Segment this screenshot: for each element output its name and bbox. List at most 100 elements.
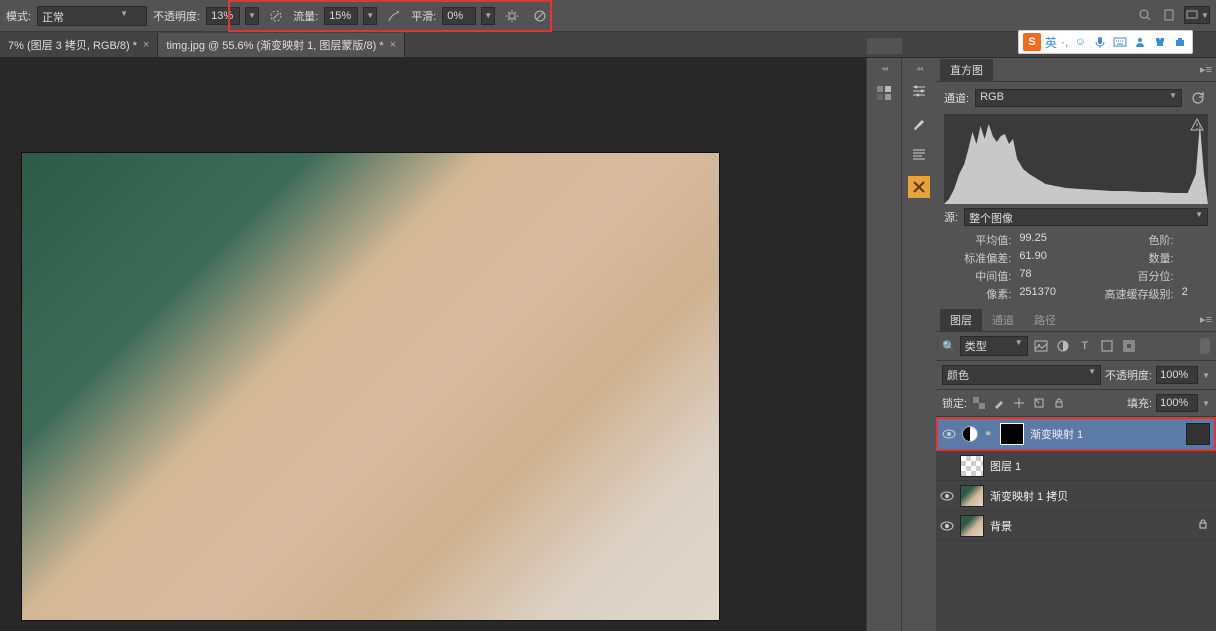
layer-opacity-input[interactable] (1156, 366, 1198, 384)
layer-row-background[interactable]: 背景 (936, 511, 1216, 541)
tab-paths[interactable]: 路径 (1024, 309, 1066, 331)
screen-mode-icon[interactable]: ▼ (1184, 6, 1210, 24)
smooth-dropdown[interactable]: ▼ (481, 7, 495, 25)
filter-kind-select[interactable]: 类型 ▼ (960, 336, 1028, 356)
layer-thumb[interactable] (960, 485, 984, 507)
doc-tab-1[interactable]: 7% (图层 3 拷贝, RGB/8) * × (0, 33, 158, 57)
canvas-image (21, 152, 720, 621)
pixels-label: 像素: (944, 286, 1011, 302)
histogram-display (944, 114, 1208, 204)
filter-adjust-icon[interactable] (1054, 337, 1072, 355)
lock-icon (1198, 519, 1208, 532)
share-doc-icon[interactable] (1160, 6, 1178, 24)
filter-shape-icon[interactable] (1098, 337, 1116, 355)
blend-mode-value: 颜色 (947, 370, 969, 382)
blend-mode-select[interactable]: 颜色 ▼ (942, 365, 1101, 385)
channel-value: RGB (980, 91, 1004, 103)
filter-image-icon[interactable] (1032, 337, 1050, 355)
visibility-eye-icon[interactable] (940, 489, 954, 503)
tab-channels[interactable]: 通道 (982, 309, 1024, 331)
ime-person-icon[interactable] (1132, 34, 1148, 50)
layer-name[interactable]: 图层 1 (990, 458, 1212, 474)
fill-label: 填充: (1127, 395, 1152, 411)
opacity-dropdown-icon[interactable]: ▼ (1202, 371, 1210, 380)
channel-select[interactable]: RGB ▼ (975, 89, 1182, 107)
paragraph-icon[interactable] (906, 142, 932, 168)
lock-all-icon[interactable] (1051, 395, 1067, 411)
ime-emoji-icon[interactable]: ☺ (1072, 34, 1088, 50)
ime-voice-icon[interactable] (1092, 34, 1108, 50)
filter-toggle-icon[interactable] (1200, 338, 1210, 354)
layers-panel-header: 图层 通道 路径 ▸≡ (936, 308, 1216, 332)
ime-skin-icon[interactable] (1152, 34, 1168, 50)
brush-icon[interactable] (906, 110, 932, 136)
panel-menu-icon[interactable]: ▸≡ (1200, 63, 1212, 76)
layer-name[interactable]: 渐变映射 1 拷贝 (990, 488, 1212, 504)
layer-row-layer-1[interactable]: 图层 1 (936, 451, 1216, 481)
flow-label: 流量: (293, 8, 318, 24)
ime-keyboard-icon[interactable] (1112, 34, 1128, 50)
doc-tab-2[interactable]: timg.jpg @ 55.6% (渐变映射 1, 图层蒙版/8) * × (158, 33, 405, 57)
search-icon[interactable]: 🔍 (942, 340, 956, 353)
ime-toolbox-icon[interactable] (1172, 34, 1188, 50)
pressure-size-icon[interactable] (529, 5, 551, 27)
canvas-area[interactable] (0, 58, 866, 631)
stddev-label: 标准偏差: (944, 250, 1011, 266)
tools-crossed-icon[interactable] (906, 174, 932, 200)
lock-nested-icon[interactable] (1031, 395, 1047, 411)
lock-position-icon[interactable] (1011, 395, 1027, 411)
collapsed-panel-strip-1: ◂◂ (866, 58, 901, 631)
visibility-eye-icon[interactable] (940, 519, 954, 533)
smooth-settings-icon[interactable] (501, 5, 523, 27)
ime-toolbar[interactable]: S 英 ·, ☺ (1018, 30, 1193, 54)
stddev-value: 61.90 (1019, 250, 1076, 266)
panel-menu-icon[interactable]: ▸≡ (1200, 313, 1212, 326)
percentile-label: 百分位: (1084, 268, 1173, 284)
collapsed-panel-strip-2: ◂◂ (901, 58, 936, 631)
ime-logo-icon[interactable]: S (1023, 33, 1041, 51)
filter-text-icon[interactable]: T (1076, 337, 1094, 355)
ime-lang[interactable]: 英 (1045, 34, 1057, 51)
close-icon[interactable]: × (390, 39, 396, 51)
layer-row-gradient-map-1[interactable]: ⚭ 渐变映射 1 (936, 417, 1216, 451)
refresh-icon[interactable] (1188, 88, 1208, 108)
pressure-opacity-icon[interactable] (265, 5, 287, 27)
mask-thumb[interactable] (1000, 423, 1024, 445)
ime-punct[interactable]: ·, (1061, 35, 1068, 49)
source-select[interactable]: 整个图像 ▼ (964, 208, 1208, 226)
flow-input[interactable] (324, 7, 358, 25)
fill-input[interactable] (1156, 394, 1198, 412)
smooth-input[interactable] (442, 7, 476, 25)
airbrush-icon[interactable] (383, 5, 405, 27)
lock-paint-icon[interactable] (991, 395, 1007, 411)
fill-dropdown-icon[interactable]: ▼ (1202, 399, 1210, 408)
layer-name[interactable]: 背景 (990, 518, 1192, 534)
cache-value: 2 (1182, 286, 1208, 302)
flow-dropdown[interactable]: ▼ (363, 7, 377, 25)
filter-smart-icon[interactable] (1120, 337, 1138, 355)
doc-tab-2-title: timg.jpg @ 55.6% (渐变映射 1, 图层蒙版/8) * (166, 37, 383, 53)
tab-histogram[interactable]: 直方图 (940, 59, 993, 81)
opacity-dropdown[interactable]: ▼ (245, 7, 259, 25)
swatches-icon[interactable] (871, 80, 897, 106)
adjustments-icon[interactable] (906, 78, 932, 104)
search-icon[interactable] (1136, 6, 1154, 24)
mean-label: 平均值: (944, 232, 1011, 248)
layer-thumb[interactable] (960, 455, 984, 477)
adjustment-icon (962, 426, 978, 442)
layer-name[interactable]: 渐变映射 1 (1030, 426, 1180, 442)
visibility-eye-icon[interactable] (942, 427, 956, 441)
layer-row-gradient-map-1-copy[interactable]: 渐变映射 1 拷贝 (936, 481, 1216, 511)
warning-icon[interactable] (1190, 118, 1204, 135)
source-label: 源: (944, 209, 958, 225)
mode-select[interactable]: 正常 ▼ (37, 6, 147, 26)
tab-layers[interactable]: 图层 (940, 309, 982, 331)
lock-transparency-icon[interactable] (971, 395, 987, 411)
close-icon[interactable]: × (143, 39, 149, 51)
extra-thumb[interactable] (1186, 423, 1210, 445)
strip-handle-icon[interactable]: ◂◂ (872, 64, 896, 72)
blend-row: 颜色 ▼ 不透明度: ▼ (936, 361, 1216, 390)
layer-thumb[interactable] (960, 515, 984, 537)
strip-handle-icon[interactable]: ◂◂ (907, 64, 931, 72)
opacity-input[interactable] (206, 7, 240, 25)
